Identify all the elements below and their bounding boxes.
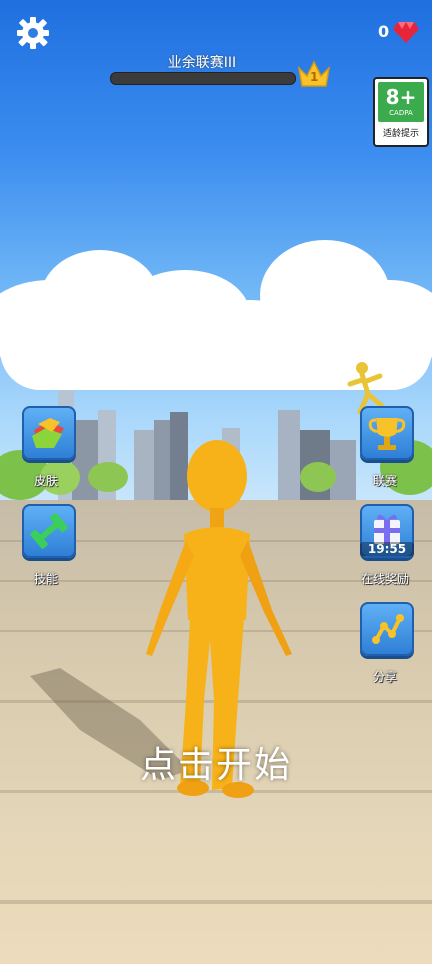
skins-button[interactable] — [22, 406, 76, 460]
league-progress-bar — [110, 72, 296, 85]
tap-to-start-prompt[interactable]: 点击开始 — [0, 736, 432, 788]
reward-timer: 19:55 — [360, 542, 414, 556]
age-rating-value: 8+ — [385, 85, 417, 109]
gem-count: 0 — [378, 22, 390, 41]
age-rating-caption: 适龄提示 — [382, 129, 419, 139]
crown-badge: 1 — [296, 58, 332, 90]
skills-button[interactable] — [22, 504, 76, 558]
skills-label: 技能 — [33, 572, 58, 586]
share-icon — [372, 614, 404, 644]
age-rating-org: CADPA — [389, 109, 413, 117]
trophy-icon — [368, 418, 406, 450]
skins-icon — [32, 418, 64, 448]
online-reward-label: 在线奖励 — [360, 572, 409, 586]
league-label: 联赛 — [372, 474, 397, 488]
share-label: 分享 — [372, 670, 397, 684]
online-reward-button[interactable]: 19:55 — [360, 504, 414, 558]
league-button[interactable] — [360, 406, 414, 460]
league-title: 业余联赛III — [167, 55, 237, 71]
dumbbell-icon — [30, 513, 68, 549]
gear-icon[interactable] — [16, 16, 50, 50]
gem-counter: 0 — [378, 20, 422, 44]
skins-label: 皮肤 — [33, 474, 58, 488]
crown-rank: 1 — [310, 70, 319, 84]
share-button[interactable] — [360, 602, 414, 656]
gem-icon — [393, 22, 419, 43]
age-rating-badge: 8+ CADPA 适龄提示 — [373, 77, 429, 147]
